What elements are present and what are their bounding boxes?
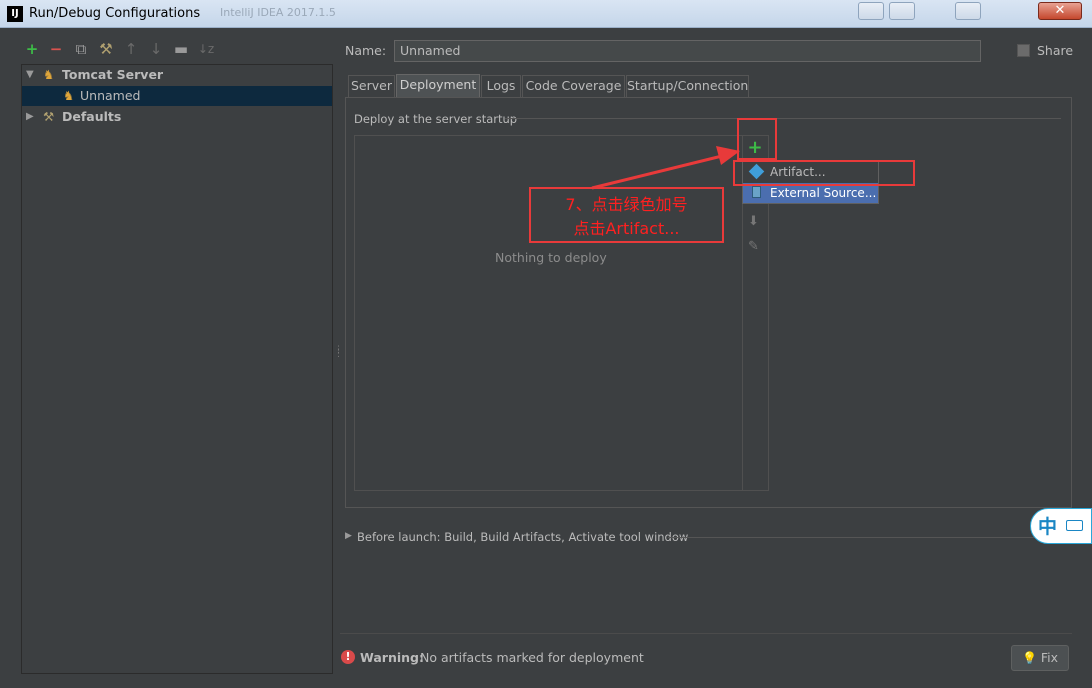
fix-button[interactable]: 💡 Fix bbox=[1011, 645, 1069, 671]
fix-button-label: Fix bbox=[1040, 650, 1059, 665]
keyboard-icon[interactable] bbox=[1066, 520, 1083, 531]
before-launch-toggle[interactable]: Before launch: Build, Build Artifacts, A… bbox=[357, 530, 688, 544]
warning-label: Warning: bbox=[360, 650, 424, 665]
warning-text: No artifacts marked for deployment bbox=[420, 650, 644, 665]
lightbulb-icon: 💡 bbox=[1021, 651, 1037, 665]
section-divider bbox=[668, 537, 1073, 538]
ime-language-label[interactable]: 中 bbox=[1038, 512, 1057, 539]
warning-icon: ! bbox=[341, 650, 355, 664]
before-launch-expand-icon[interactable]: ▶ bbox=[345, 531, 352, 541]
warning-divider bbox=[340, 633, 1072, 634]
annotation-arrow bbox=[591, 146, 740, 190]
